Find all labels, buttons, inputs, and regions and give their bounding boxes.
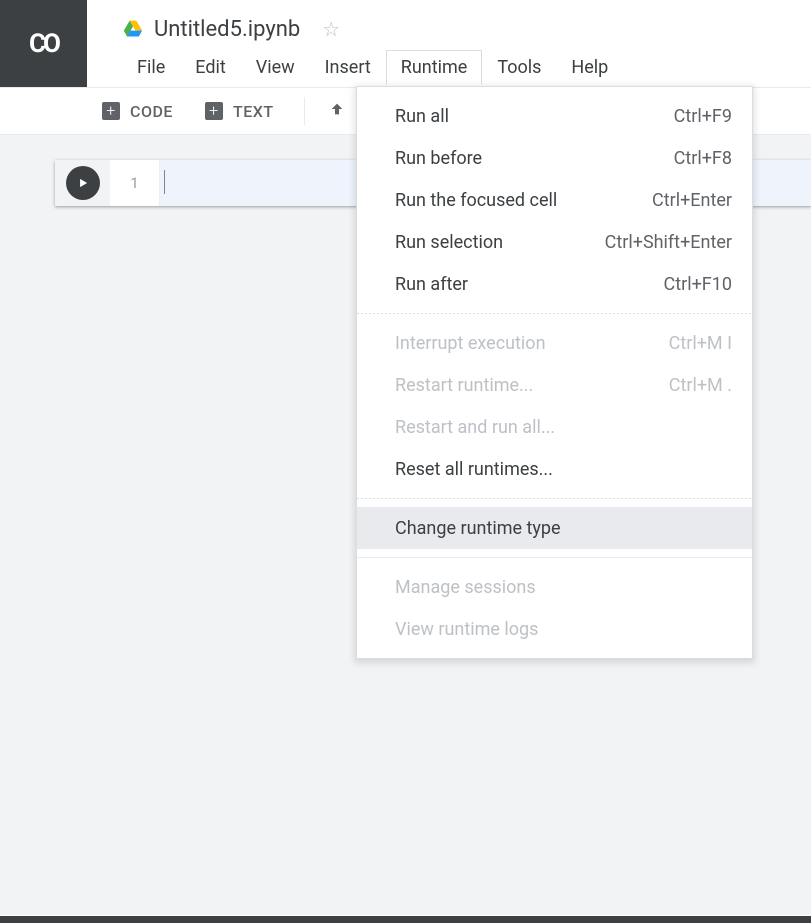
menu-item-shortcut: Ctrl+Shift+Enter	[605, 232, 732, 253]
menu-item-label: View runtime logs	[395, 619, 538, 640]
header: Untitled5.ipynb ☆ File Edit View Insert …	[87, 0, 811, 87]
menu-item-label: Run after	[395, 274, 468, 295]
runtime-dropdown: Run all Ctrl+F9 Run before Ctrl+F8 Run t…	[356, 86, 753, 659]
menu-item-label: Run the focused cell	[395, 190, 557, 211]
menu-edit[interactable]: Edit	[180, 50, 240, 85]
menu-item-label: Change runtime type	[395, 518, 561, 539]
menu-divider	[357, 557, 752, 558]
menu-divider	[357, 313, 752, 314]
add-code-label: CODE	[130, 102, 173, 121]
toolbar-divider	[304, 97, 305, 125]
star-icon[interactable]: ☆	[322, 17, 340, 41]
menu-interrupt-execution: Interrupt execution Ctrl+M I	[357, 322, 752, 364]
colab-logo-text: CO	[29, 29, 58, 59]
add-code-button[interactable]: + CODE	[90, 96, 185, 127]
menu-run-focused-cell[interactable]: Run the focused cell Ctrl+Enter	[357, 179, 752, 221]
menubar: File Edit View Insert Runtime Tools Help	[122, 48, 811, 87]
menu-restart-run-all: Restart and run all...	[357, 406, 752, 448]
menu-item-shortcut: Ctrl+F8	[674, 148, 732, 169]
menu-run-all[interactable]: Run all Ctrl+F9	[357, 95, 752, 137]
menu-run-selection[interactable]: Run selection Ctrl+Shift+Enter	[357, 221, 752, 263]
menu-reset-all-runtimes[interactable]: Reset all runtimes...	[357, 448, 752, 490]
line-number: 1	[130, 173, 139, 193]
menu-divider	[357, 498, 752, 499]
menu-item-label: Run selection	[395, 232, 503, 253]
menu-manage-sessions: Manage sessions	[357, 566, 752, 608]
document-title[interactable]: Untitled5.ipynb	[154, 17, 300, 42]
menu-restart-runtime: Restart runtime... Ctrl+M .	[357, 364, 752, 406]
title-row: Untitled5.ipynb ☆	[122, 0, 811, 48]
menu-view[interactable]: View	[241, 50, 310, 85]
text-cursor	[164, 170, 165, 194]
menu-item-label: Restart and run all...	[395, 417, 555, 438]
menu-item-label: Reset all runtimes...	[395, 459, 553, 480]
move-cell-up-button[interactable]	[323, 97, 351, 126]
menu-help[interactable]: Help	[556, 50, 623, 85]
add-text-button[interactable]: + TEXT	[193, 96, 286, 127]
menu-file[interactable]: File	[122, 50, 180, 85]
menu-item-label: Manage sessions	[395, 577, 536, 598]
menu-item-label: Restart runtime...	[395, 375, 533, 396]
menu-item-shortcut: Ctrl+Enter	[652, 190, 732, 211]
menu-item-shortcut: Ctrl+F9	[674, 106, 732, 127]
menu-change-runtime-type[interactable]: Change runtime type	[357, 507, 752, 549]
menu-item-label: Interrupt execution	[395, 333, 546, 354]
plus-icon: +	[102, 102, 120, 120]
menu-insert[interactable]: Insert	[310, 50, 386, 85]
menu-item-shortcut: Ctrl+M I	[669, 333, 732, 354]
colab-logo[interactable]: CO	[0, 0, 87, 87]
menu-run-before[interactable]: Run before Ctrl+F8	[357, 137, 752, 179]
google-drive-icon	[122, 19, 144, 39]
menu-runtime[interactable]: Runtime	[386, 50, 483, 85]
menu-item-label: Run all	[395, 106, 449, 127]
menu-item-shortcut: Ctrl+M .	[669, 375, 732, 396]
menu-item-shortcut: Ctrl+F10	[664, 274, 732, 295]
menu-view-runtime-logs: View runtime logs	[357, 608, 752, 650]
play-icon	[66, 166, 100, 200]
line-number-gutter: 1	[110, 160, 160, 206]
menu-run-after[interactable]: Run after Ctrl+F10	[357, 263, 752, 305]
status-bar	[0, 916, 811, 923]
plus-icon: +	[205, 102, 223, 120]
menu-item-label: Run before	[395, 148, 482, 169]
add-text-label: TEXT	[233, 102, 274, 121]
menu-tools[interactable]: Tools	[482, 50, 556, 85]
run-cell-button[interactable]	[55, 160, 110, 206]
